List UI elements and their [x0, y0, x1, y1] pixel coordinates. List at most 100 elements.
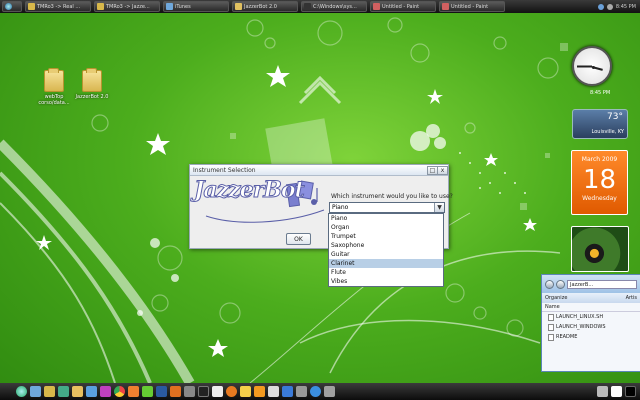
taskbar: TMRo3 -> Real ... TMRo3 -> Jazze... iTunes… — [0, 0, 640, 13]
network-icon[interactable] — [597, 3, 604, 10]
show-desktop-icon[interactable] — [625, 386, 636, 397]
text-editor-icon[interactable] — [268, 386, 279, 397]
utility-icon[interactable] — [324, 386, 335, 397]
taskbar-button[interactable]: C:\Windows\sys... — [301, 1, 367, 12]
settings-icon[interactable] — [296, 386, 307, 397]
instrument-option[interactable]: Vibes — [329, 277, 443, 286]
globe-icon[interactable] — [310, 386, 321, 397]
network-app-icon[interactable] — [58, 386, 69, 397]
instrument-option[interactable]: Organ — [329, 223, 443, 232]
camera-icon[interactable] — [184, 386, 195, 397]
file-icon — [548, 313, 554, 321]
logo-text: JazzerBot — [194, 177, 306, 204]
file-item[interactable]: README — [542, 332, 640, 342]
folder-icon — [82, 68, 102, 92]
calendar-weekday: Wednesday — [582, 195, 617, 202]
file-item[interactable]: LAUNCH_LINUX.SH — [542, 312, 640, 322]
taskbar-button-label: Untitled - Paint — [451, 3, 489, 10]
calendar-month: March 2009 — [581, 156, 618, 163]
explorer-window: JazzerB... Organize Artis Name LAUNCH_LI… — [541, 274, 640, 372]
taskbar-button-label: JazzerBot 2.0 — [244, 3, 277, 10]
file-item[interactable]: LAUNCH_WINDOWS — [542, 322, 640, 332]
java-icon[interactable] — [212, 386, 223, 397]
instrument-option[interactable]: Piano — [329, 214, 443, 223]
start-orb-icon[interactable] — [16, 386, 27, 397]
taskbar-items: TMRo3 -> Real ... TMRo3 -> Jazze... iTunes… — [25, 1, 505, 12]
instrument-question: Which instrument would you like to use? — [331, 193, 453, 200]
music-icon[interactable] — [100, 386, 111, 397]
app-icon — [97, 3, 104, 10]
forward-button[interactable] — [556, 279, 565, 289]
instrument-option[interactable]: Trumpet — [329, 232, 443, 241]
address-bar[interactable]: JazzerB... — [567, 279, 637, 289]
instrument-combobox[interactable]: Piano ▼ — [329, 202, 445, 213]
app-icon — [442, 3, 449, 10]
file-icon — [548, 323, 554, 331]
tray-clock[interactable]: 8:45 PM — [616, 4, 636, 10]
vlc-icon[interactable] — [254, 386, 265, 397]
folder-icon — [44, 68, 64, 92]
app-icon — [166, 3, 173, 10]
organize-button[interactable]: Organize — [545, 295, 567, 301]
instrument-option[interactable]: Saxophone — [329, 241, 443, 250]
taskbar-button-label: TMRo3 -> Real ... — [37, 3, 81, 10]
photoshop-icon[interactable] — [156, 386, 167, 397]
column-header-name[interactable]: Name — [542, 303, 640, 312]
column-artist[interactable]: Artis — [626, 295, 637, 301]
paint-icon[interactable] — [128, 386, 139, 397]
folder-app-icon[interactable] — [72, 386, 83, 397]
trash-icon[interactable] — [597, 386, 608, 397]
notes-icon[interactable] — [240, 386, 251, 397]
messenger-icon[interactable] — [86, 386, 97, 397]
chrome-icon[interactable] — [114, 386, 125, 397]
taskbar-button-label: TMRo3 -> Jazze... — [106, 3, 150, 10]
instrument-options-list: Piano Organ Trumpet Saxophone Guitar Clarinet… — [328, 213, 444, 287]
monitor-icon[interactable] — [611, 386, 622, 397]
app-icon — [28, 3, 35, 10]
app-icon[interactable] — [282, 386, 293, 397]
taskbar-button-label: iTunes — [175, 3, 191, 10]
calendar-day: 18 — [582, 165, 617, 195]
gadget-clock-label: 8:45 PM — [590, 90, 611, 96]
media-icon[interactable] — [44, 386, 55, 397]
firefox-icon[interactable] — [226, 386, 237, 397]
taskbar-button[interactable]: Untitled - Paint — [439, 1, 505, 12]
system-tray: 8:45 PM — [597, 3, 640, 10]
weather-location: Louisville, KY — [591, 129, 624, 135]
app-icon — [373, 3, 380, 10]
illustrator-icon[interactable] — [170, 386, 181, 397]
taskbar-button[interactable]: TMRo3 -> Real ... — [25, 1, 91, 12]
instrument-option[interactable]: Guitar — [329, 250, 443, 259]
desktop-icon-label: JazzerBot 2.0 — [75, 94, 109, 100]
explorer-toolbar: Organize Artis — [542, 293, 640, 303]
start-button[interactable] — [2, 1, 22, 12]
taskbar-button[interactable]: Untitled - Paint — [370, 1, 436, 12]
calendar-gadget[interactable]: March 2009 18 Wednesday — [571, 150, 628, 215]
desktop-icon-jazzerbot[interactable]: JazzerBot 2.0 — [70, 68, 114, 100]
weather-gadget[interactable]: 73° Louisville, KY — [572, 109, 628, 139]
instrument-option[interactable]: Clarinet — [329, 259, 443, 268]
explorer-icon[interactable] — [30, 386, 41, 397]
clock-gadget[interactable] — [572, 46, 612, 86]
chevron-down-icon[interactable]: ▼ — [434, 203, 444, 212]
slideshow-gadget[interactable] — [571, 226, 629, 272]
taskbar-button-label: C:\Windows\sys... — [313, 3, 357, 10]
back-button[interactable] — [545, 279, 554, 289]
taskbar-button[interactable]: TMRo3 -> Jazze... — [94, 1, 160, 12]
app-icon — [235, 3, 242, 10]
volume-icon[interactable] — [606, 3, 613, 10]
taskbar-button-label: Untitled - Paint — [382, 3, 420, 10]
windows-icon — [5, 3, 12, 10]
app-icon — [304, 3, 311, 10]
close-button[interactable]: x — [437, 165, 448, 175]
game-icon[interactable] — [142, 386, 153, 397]
clock-center — [592, 66, 595, 69]
instrument-option[interactable]: Flute — [329, 268, 443, 277]
explorer-navbar: JazzerB... — [542, 275, 640, 293]
taskbar-button[interactable]: JazzerBot 2.0 — [232, 1, 298, 12]
combobox-value: Piano — [332, 204, 349, 211]
taskbar-button[interactable]: iTunes — [163, 1, 229, 12]
ok-button[interactable]: OK — [286, 233, 311, 245]
terminal-icon[interactable] — [198, 386, 209, 397]
dialog-titlebar: Instrument Selection □ x — [190, 165, 448, 176]
